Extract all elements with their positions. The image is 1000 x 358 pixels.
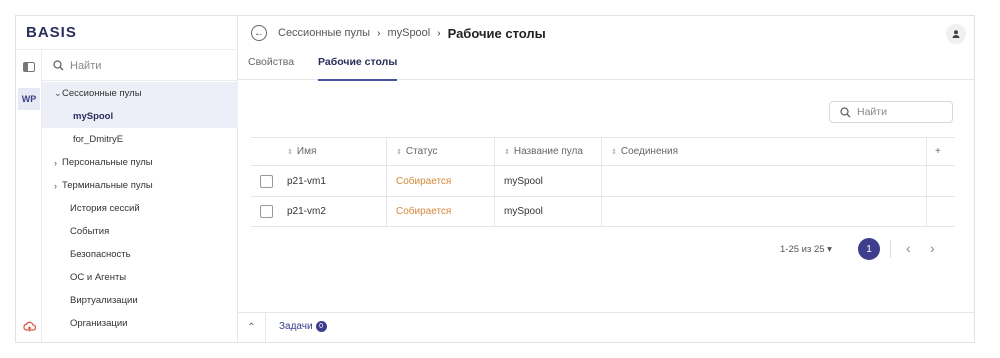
tasks-button[interactable]: Задачи 0: [279, 321, 327, 332]
column-header-pool-name[interactable]: ⇕ Название пула: [504, 138, 583, 165]
pager-divider: [890, 240, 891, 258]
column-header-name[interactable]: ⇕ Имя: [287, 138, 316, 165]
column-header-status[interactable]: ⇕ Статус: [396, 138, 438, 165]
chevron-right-icon: ›: [54, 157, 57, 168]
table-header: ⇕ Имя ⇕ Статус ⇕ Название пула ⇕ Соединения …: [251, 138, 955, 166]
page-size-select[interactable]: 1-25 из 25 ▾: [780, 244, 832, 255]
sidebar-item-organizations[interactable]: Организации: [42, 312, 238, 335]
sidebar-nav: ⌄ Сессионные пулы mySpool for_DmitryE › …: [42, 82, 238, 335]
cell-name: p21-vm1: [287, 176, 326, 187]
sort-icon: ⇕: [396, 148, 402, 156]
breadcrumb-myspool[interactable]: mySpool: [387, 27, 430, 39]
sort-icon: ⇕: [504, 148, 510, 156]
sidebar-item-label: for_DmitryE: [73, 134, 124, 145]
main-content: ← Сессионные пулы › mySpool › Рабочие ст…: [238, 16, 974, 342]
user-avatar-icon[interactable]: [946, 24, 966, 44]
sort-icon: ⇕: [611, 148, 617, 156]
tab-desktops[interactable]: Рабочие столы: [318, 56, 398, 81]
sidebar-rail: WP: [16, 51, 42, 342]
sidebar-item-os-agents[interactable]: ОС и Агенты: [42, 266, 238, 289]
table-search-input[interactable]: Найти: [829, 101, 953, 123]
back-arrow-icon[interactable]: ←: [251, 25, 267, 41]
chevron-left-icon[interactable]: ‹: [906, 240, 911, 256]
breadcrumb-session-pools[interactable]: Сессионные пулы: [278, 27, 370, 39]
pagination: 1-25 из 25 ▾ 1 ‹ ›: [774, 238, 974, 262]
sidebar-item-myspool[interactable]: mySpool: [42, 105, 238, 128]
sidebar-item-label: Виртуализации: [70, 295, 138, 306]
sidebar-item-events[interactable]: События: [42, 220, 238, 243]
sidebar-item-label: Организации: [70, 318, 128, 329]
column-header-connections[interactable]: ⇕ Соединения: [611, 138, 678, 165]
sidebar-search[interactable]: Найти: [42, 51, 238, 81]
checkbox[interactable]: [260, 205, 273, 218]
add-column-icon[interactable]: +: [935, 138, 941, 165]
chevron-down-icon: ⌄: [54, 88, 62, 98]
table-row[interactable]: p21-vm2 Собирается mySpool: [251, 197, 955, 227]
cell-name: p21-vm2: [287, 206, 326, 217]
cloud-icon[interactable]: [22, 320, 36, 334]
sidebar-item-label: События: [70, 226, 110, 237]
table-row[interactable]: p21-vm1 Собирается mySpool: [251, 167, 955, 197]
tasks-count-badge: 0: [315, 321, 327, 332]
sort-icon: ⇕: [287, 148, 293, 156]
sidebar-item-label: mySpool: [73, 111, 114, 122]
sidebar-item-label: Терминальные пулы: [62, 180, 153, 191]
cell-pool: mySpool: [504, 176, 543, 187]
topbar: ← Сессионные пулы › mySpool › Рабочие ст…: [238, 16, 974, 50]
sidebar-item-session-history[interactable]: История сессий: [42, 197, 238, 220]
chevron-right-icon[interactable]: ›: [930, 240, 935, 256]
sidebar-toggle-icon[interactable]: [23, 62, 35, 72]
sidebar-item-security[interactable]: Безопасность: [42, 243, 238, 266]
sidebar-item-virtualizations[interactable]: Виртуализации: [42, 289, 238, 312]
sidebar-item-label: История сессий: [70, 203, 140, 214]
sidebar-item-label: Персональные пулы: [62, 157, 153, 168]
sidebar-item-label: ОС и Агенты: [70, 272, 127, 283]
workspace-badge[interactable]: WP: [18, 88, 40, 110]
cell-status: Собирается: [396, 176, 452, 187]
sidebar-item-terminal-pools[interactable]: › Терминальные пулы: [42, 174, 238, 197]
cell-status: Собирается: [396, 206, 452, 217]
page-button-current[interactable]: 1: [858, 238, 880, 260]
chevron-up-icon[interactable]: ⌃: [238, 313, 266, 342]
chevron-down-icon: ▾: [827, 244, 832, 255]
chevron-right-icon: ›: [437, 27, 441, 39]
sidebar-item-session-pools[interactable]: ⌄ Сессионные пулы: [42, 82, 238, 105]
checkbox[interactable]: [260, 175, 273, 188]
sidebar-item-for-dmitrye[interactable]: for_DmitryE: [42, 128, 238, 151]
chevron-right-icon: ›: [54, 180, 57, 191]
sidebar-item-label: Безопасность: [70, 249, 131, 260]
sidebar-item-personal-pools[interactable]: › Персональные пулы: [42, 151, 238, 174]
row-checkbox[interactable]: [260, 167, 273, 196]
chevron-right-icon: ›: [377, 27, 381, 39]
sidebar-search-placeholder: Найти: [70, 59, 102, 72]
sidebar: BASIS WP Найти ⌄ Сессионные пулы mySpool…: [16, 16, 238, 342]
logo: BASIS: [16, 16, 238, 50]
search-icon: [53, 60, 64, 71]
search-icon: [840, 106, 851, 117]
sidebar-item-label: Сессионные пулы: [62, 88, 142, 99]
bottom-bar: ⌃ Задачи 0: [238, 312, 974, 342]
tab-bar: Свойства Рабочие столы: [238, 56, 974, 81]
row-checkbox[interactable]: [260, 197, 273, 226]
page-title: Рабочие столы: [447, 25, 546, 41]
app-window: BASIS WP Найти ⌄ Сессионные пулы mySpool…: [15, 15, 975, 343]
tasks-label: Задачи: [279, 321, 313, 332]
table-search-placeholder: Найти: [857, 106, 887, 118]
tab-properties[interactable]: Свойства: [248, 56, 294, 80]
cell-pool: mySpool: [504, 206, 543, 217]
